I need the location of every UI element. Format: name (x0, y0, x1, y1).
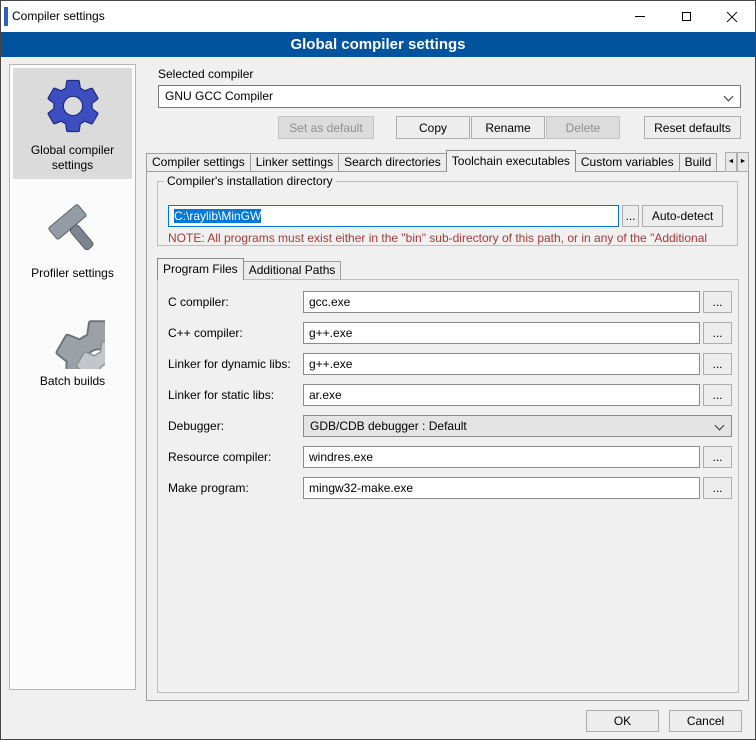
resource-compiler-value: windres.exe (309, 450, 373, 464)
tab-search-directories[interactable]: Search directories (338, 153, 447, 171)
cpp-compiler-input[interactable]: g++.exe (303, 322, 700, 344)
selected-compiler-value: GNU GCC Compiler (165, 89, 273, 103)
auto-detect-button[interactable]: Auto-detect (642, 205, 723, 227)
tab-scroll-left-icon[interactable]: ◄ (725, 152, 737, 172)
c-compiler-value: gcc.exe (309, 295, 350, 309)
tab-toolchain-executables[interactable]: Toolchain executables (446, 150, 576, 172)
dynamic-linker-input[interactable]: g++.exe (303, 353, 700, 375)
cancel-button[interactable]: Cancel (669, 710, 742, 732)
app-icon (4, 7, 8, 26)
make-program-browse-button[interactable]: ... (703, 477, 732, 499)
tab-program-files[interactable]: Program Files (157, 258, 244, 280)
window-title: Compiler settings (12, 1, 105, 32)
dynamic-linker-value: g++.exe (309, 357, 352, 371)
dynamic-linker-browse-button[interactable]: ... (703, 353, 732, 375)
close-icon (726, 11, 738, 23)
chevron-down-icon (724, 92, 734, 102)
make-program-input[interactable]: mingw32-make.exe (303, 477, 700, 499)
tab-compiler-settings[interactable]: Compiler settings (146, 153, 251, 171)
reset-defaults-button[interactable]: Reset defaults (644, 116, 741, 139)
settings-category-sidebar: Global compiler settings Profiler settin… (9, 64, 136, 690)
set-as-default-button: Set as default (278, 116, 374, 139)
c-compiler-input[interactable]: gcc.exe (303, 291, 700, 313)
copy-button[interactable]: Copy (396, 116, 470, 139)
cpp-compiler-browse-button[interactable]: ... (703, 322, 732, 344)
make-program-label: Make program: (168, 481, 249, 495)
toolchain-executables-panel: Compiler's installation directory C:\ray… (146, 171, 749, 701)
minimize-icon (635, 16, 645, 17)
resource-compiler-label: Resource compiler: (168, 450, 271, 464)
delete-button: Delete (546, 116, 620, 139)
dynamic-linker-label: Linker for dynamic libs: (168, 357, 291, 371)
sidebar-item-batch-builds[interactable]: Batch builds (13, 299, 132, 395)
maximize-icon (682, 12, 691, 21)
close-button[interactable] (709, 1, 755, 32)
static-linker-browse-button[interactable]: ... (703, 384, 732, 406)
program-files-panel: C compiler: gcc.exe ... C++ compiler: g+… (157, 279, 739, 693)
c-compiler-browse-button[interactable]: ... (703, 291, 732, 313)
installation-directory-selected-text: C:\raylib\MinGW (174, 209, 261, 223)
debugger-dropdown[interactable]: GDB/CDB debugger : Default (303, 415, 732, 437)
resource-compiler-browse-button[interactable]: ... (703, 446, 732, 468)
compiler-settings-window: Compiler settings Global compiler settin… (0, 0, 756, 740)
sidebar-item-label: Profiler settings (31, 266, 114, 281)
selected-compiler-dropdown[interactable]: GNU GCC Compiler (158, 85, 741, 108)
maximize-button[interactable] (663, 1, 709, 32)
static-linker-label: Linker for static libs: (168, 388, 274, 402)
cpp-compiler-label: C++ compiler: (168, 326, 243, 340)
minimize-button[interactable] (617, 1, 663, 32)
tab-scroll-right-icon[interactable]: ► (737, 152, 749, 172)
static-linker-input[interactable]: ar.exe (303, 384, 700, 406)
tab-linker-settings[interactable]: Linker settings (250, 153, 339, 171)
resource-compiler-input[interactable]: windres.exe (303, 446, 700, 468)
debugger-label: Debugger: (168, 419, 224, 433)
page-title: Global compiler settings (1, 32, 755, 57)
tab-additional-paths[interactable]: Additional Paths (243, 261, 342, 279)
cpp-compiler-value: g++.exe (309, 326, 352, 340)
sidebar-item-profiler-settings[interactable]: Profiler settings (13, 191, 132, 287)
program-files-tab-bar: Program Files Additional Paths (157, 258, 557, 280)
installation-directory-input[interactable]: C:\raylib\MinGW (168, 205, 619, 227)
titlebar[interactable]: Compiler settings (1, 1, 755, 32)
ok-button[interactable]: OK (586, 710, 659, 732)
tab-build-options[interactable]: Build (679, 153, 718, 171)
browse-directory-button[interactable]: ... (622, 205, 639, 227)
debugger-value: GDB/CDB debugger : Default (310, 419, 467, 433)
main-tab-bar: Compiler settings Linker settings Search… (146, 150, 725, 172)
selected-compiler-label: Selected compiler (158, 67, 253, 81)
sidebar-item-label: Batch builds (40, 374, 105, 389)
sidebar-item-label: Global compiler settings (15, 143, 130, 173)
rename-button[interactable]: Rename (471, 116, 545, 139)
c-compiler-label: C compiler: (168, 295, 229, 309)
sidebar-item-global-compiler-settings[interactable]: Global compiler settings (13, 68, 132, 179)
tab-custom-variables[interactable]: Custom variables (575, 153, 680, 171)
static-linker-value: ar.exe (309, 388, 342, 402)
chevron-down-icon (715, 421, 725, 431)
gray-gears-icon (41, 305, 105, 369)
installation-directory-group-label: Compiler's installation directory (164, 174, 336, 188)
profiler-hammer-icon (41, 197, 105, 261)
make-program-value: mingw32-make.exe (309, 481, 413, 495)
blue-gear-icon (41, 74, 105, 138)
bin-subdirectory-note: NOTE: All programs must exist either in … (168, 231, 728, 245)
